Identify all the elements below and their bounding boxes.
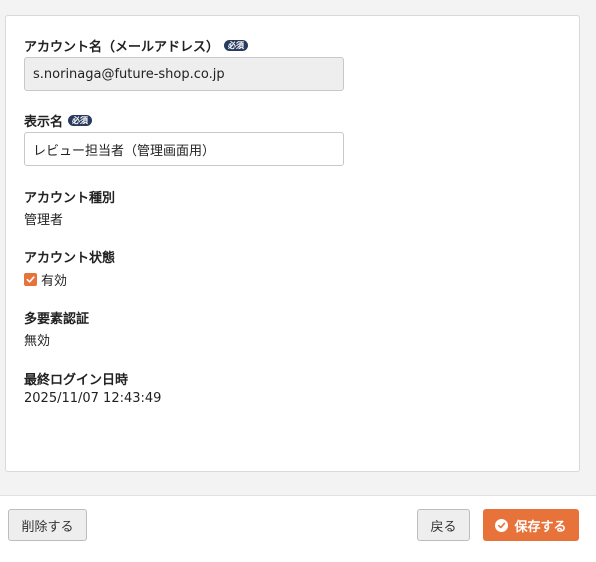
required-badge: 必須 [68,115,93,126]
display-name-input[interactable] [24,132,344,166]
account-form-card: アカウント名（メールアドレス） 必須 表示名 必須 アカウント種別 管理者 アカ… [5,15,580,472]
back-button[interactable]: 戻る [417,509,470,541]
check-circle-icon [495,518,509,532]
account-name-label: アカウント名（メールアドレス） [24,40,220,55]
mfa-field: 多要素認証 無効 [24,308,90,349]
save-button-label: 保存する [514,519,567,535]
account-type-field: アカウント種別 管理者 [24,187,116,228]
display-name-label-row: 表示名 必須 [24,111,93,130]
active-checkbox[interactable] [24,273,37,286]
account-type-label: アカウント種別 [24,191,116,206]
footer-bar: 削除する 戻る 保存する [0,498,596,562]
active-checkbox-row[interactable]: 有効 [24,270,67,289]
account-status-field: アカウント状態 有効 [24,247,116,289]
account-type-value: 管理者 [24,213,64,228]
mfa-label: 多要素認証 [24,312,90,327]
display-name-label: 表示名 [24,115,64,130]
last-login-field: 最終ログイン日時 2025/11/07 12:43:49 [24,369,161,406]
save-button[interactable]: 保存する [483,509,579,541]
required-badge: 必須 [224,40,249,51]
delete-button[interactable]: 削除する [8,509,87,541]
active-checkbox-label: 有効 [41,274,68,289]
last-login-label: 最終ログイン日時 [24,373,129,388]
last-login-value: 2025/11/07 12:43:49 [24,391,162,406]
account-status-label: アカウント状態 [24,251,116,266]
account-name-input[interactable] [24,57,344,91]
account-name-label-row: アカウント名（メールアドレス） 必須 [24,36,249,55]
check-icon [26,276,35,283]
account-name-field: アカウント名（メールアドレス） 必須 [24,36,344,91]
mfa-value: 無効 [24,334,51,349]
display-name-field: 表示名 必須 [24,111,344,166]
